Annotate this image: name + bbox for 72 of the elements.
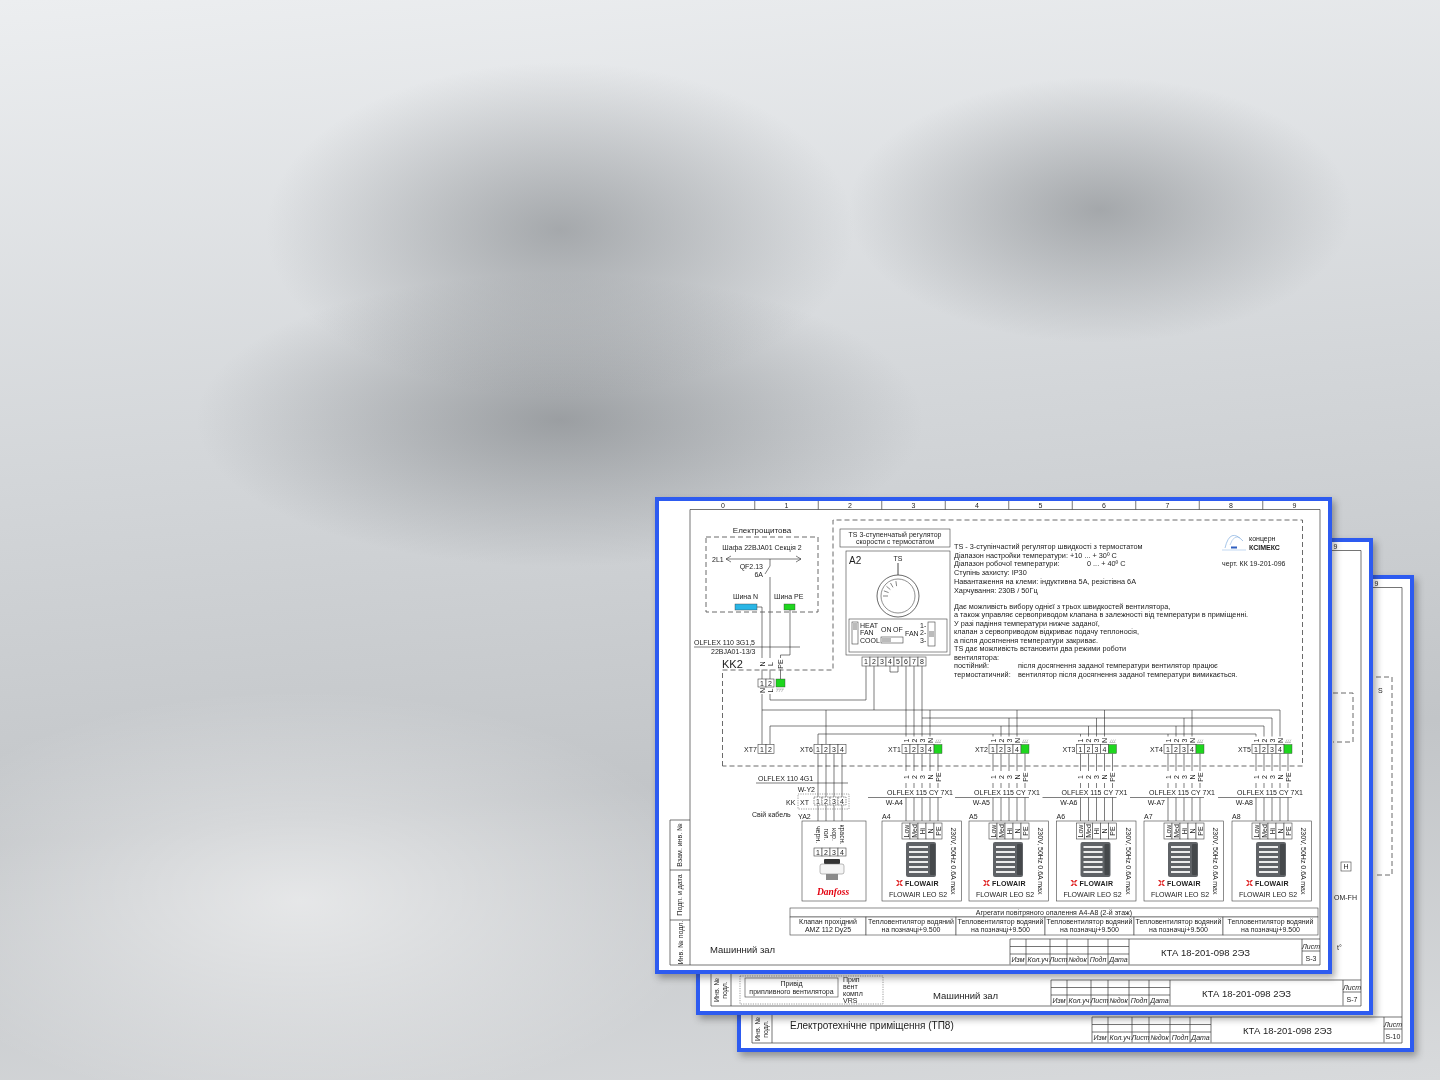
thermostat-dial-icon	[876, 562, 920, 618]
sheet-title: Машинний зал	[710, 943, 776, 955]
wire	[1199, 753, 1201, 772]
wire	[756, 606, 763, 659]
wire	[817, 804, 819, 822]
panel-label: KK2	[722, 657, 743, 670]
wire	[1096, 753, 1097, 772]
wire	[817, 753, 819, 798]
wire	[1112, 753, 1113, 772]
logo-icon	[1221, 535, 1247, 551]
wire	[921, 665, 923, 737]
wire	[1287, 753, 1289, 772]
logo-icon	[1246, 880, 1253, 886]
dashed-outline	[1332, 692, 1354, 743]
drawing-number: КТА 18-201-098 2ЭЗ	[1202, 987, 1291, 999]
wire	[769, 669, 771, 680]
wire	[825, 753, 827, 798]
wire	[1183, 753, 1185, 772]
slide-switch-icon	[880, 636, 904, 644]
wire	[780, 669, 781, 680]
wire	[1000, 753, 1002, 772]
unit-heater-icon	[1080, 842, 1111, 877]
earth-terminal-icon	[775, 678, 786, 693]
wire	[905, 753, 907, 772]
unit-heater-icon	[1256, 842, 1286, 877]
wire	[913, 753, 915, 772]
wire	[1016, 753, 1018, 772]
slide-switch-icon	[927, 621, 936, 647]
drawing-number: КТА 18-201-098 2ЭЗ	[1161, 946, 1250, 958]
wire	[1088, 753, 1089, 772]
drawing-number: КТА 18-201-098 2ЭЗ	[1243, 1024, 1332, 1036]
wire	[1167, 753, 1169, 772]
device-label: A2	[849, 555, 862, 566]
wire	[825, 804, 827, 822]
logo-icon	[983, 880, 990, 886]
logo-icon	[1158, 880, 1165, 886]
wire	[937, 753, 939, 772]
wire	[833, 804, 835, 822]
wire	[1104, 753, 1105, 772]
unit-heater-icon	[906, 842, 936, 877]
unit-heater-icon	[1168, 842, 1198, 877]
logo-icon	[1070, 880, 1078, 886]
unit-heater-icon	[993, 842, 1023, 877]
wire	[841, 804, 843, 822]
wire	[1263, 753, 1265, 772]
wire	[1080, 753, 1081, 772]
valve-actuator-icon	[819, 859, 845, 880]
wire	[873, 665, 875, 711]
wire	[1255, 753, 1257, 772]
wire	[1271, 753, 1273, 772]
wire	[833, 753, 835, 798]
wire	[929, 753, 931, 772]
dashed-outline	[797, 793, 850, 810]
wire	[1008, 753, 1010, 772]
switchboard-title: Електрощитова	[732, 526, 792, 535]
slide-switch-icon	[851, 621, 859, 645]
wire	[1024, 753, 1026, 772]
sheet-title: Машинний зал	[933, 990, 999, 1001]
wire	[921, 753, 923, 772]
wire	[1279, 753, 1281, 772]
wire	[1175, 753, 1177, 772]
wire	[992, 753, 994, 772]
wire	[761, 693, 763, 745]
logo-icon	[896, 880, 903, 886]
wire	[1191, 753, 1193, 772]
wire	[841, 753, 843, 798]
wire	[761, 669, 763, 680]
wire	[913, 665, 915, 737]
brand-name: Danfoss	[816, 887, 850, 897]
wire	[905, 665, 907, 737]
wire	[889, 665, 899, 673]
sheet-title: Електротехнічне приміщення (ТП8)	[790, 1020, 954, 1031]
